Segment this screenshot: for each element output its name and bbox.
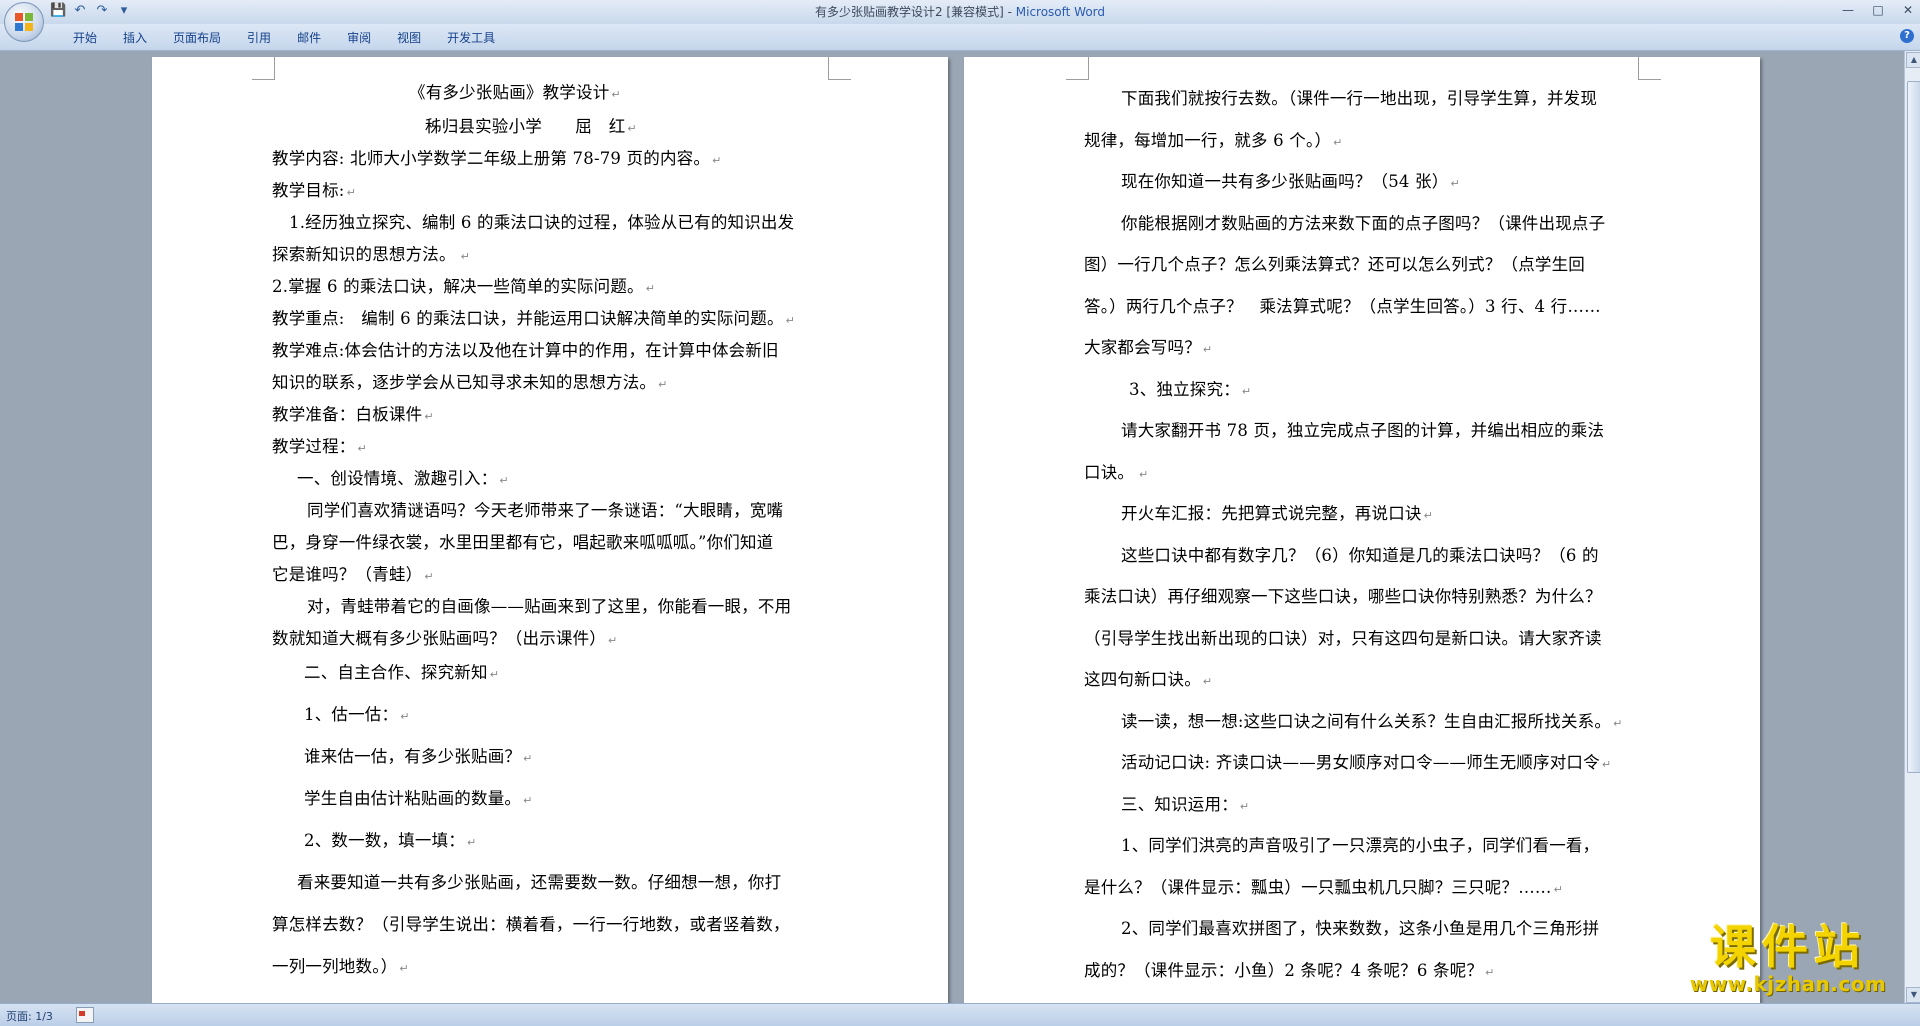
tab-view[interactable]: 视图 [384,29,434,47]
paragraph-line: 教学重点: 编制 6 的乘法口诀，并能运用口诀解决简单的实际问题。 ↵ [272,309,796,328]
ribbon-tabs: 开始 插入 页面布局 引用 邮件 审阅 视图 开发工具 [60,29,508,47]
tab-home[interactable]: 开始 [60,29,110,47]
tab-mailings[interactable]: 邮件 [284,29,334,47]
paragraph-line: （引导学生找出新出现的口诀）对，只有这四句是新口诀。请大家齐读 [1084,629,1602,648]
section-heading: 三、知识运用： ↵ [1121,795,1250,814]
title-separator: - [1003,5,1016,19]
paragraph-line: 教学准备：白板课件 ↵ [272,405,434,424]
document-page-left: 《有多少张贴画》教学设计 ↵ 秭归县实验小学 屈 红 ↵ 教学内容: 北师大小学数学… [152,57,948,1003]
paragraph-line: 答。）两行几个点子？ 乘法算式呢？（点学生回答。）3 行、4 行…… [1084,297,1601,316]
window-controls: — □ ✕ [1840,2,1916,18]
paragraph-line: 规律，每增加一行，就多 6 个。） ↵ [1084,131,1343,150]
paragraph-line: 教学过程： ↵ [272,437,367,456]
paragraph-line: 2.掌握 6 的乘法口诀，解决一些简单的实际问题。 ↵ [272,277,656,296]
tab-insert[interactable]: 插入 [110,29,160,47]
tab-page-layout[interactable]: 页面布局 [160,29,234,47]
paragraph-line: 口诀。 ↵ [1084,463,1149,482]
paragraph-line: 教学内容: 北师大小学数学二年级上册第 78-79 页的内容。 ↵ [272,149,722,168]
tab-references[interactable]: 引用 [234,29,284,47]
help-icon[interactable]: ? [1900,29,1914,43]
office-button[interactable] [4,2,44,42]
paragraph-line: 对，青蛙带着它的自画像——贴画来到了这里，你能看一眼，不用 [307,597,792,616]
section-heading: 3、独立探究： ↵ [1129,380,1252,399]
scrollbar-thumb[interactable] [1907,81,1920,773]
status-bar: 页面: 1/3 [0,1003,1920,1026]
ribbon-tab-bar: 开始 插入 页面布局 引用 邮件 审阅 视图 开发工具 [0,24,1920,51]
watermark-logo-text: 课件站 [1710,920,1866,974]
paragraph-line: 它是谁吗？（青蛙） ↵ [272,565,434,584]
close-icon[interactable]: ✕ [1900,2,1916,18]
paragraph-line: 1、同学们洪亮的声音吸引了一只漂亮的小虫子，同学们看一看， [1121,836,1600,855]
title-bar: 💾 ↶ ↷ ▾ 有多少张贴画教学设计2 [兼容模式] - Microsoft W… [0,0,1920,24]
paragraph-line: 1.经历独立探究、编制 6 的乘法口诀的过程，体验从已有的知识出发 [289,213,795,232]
paragraph-line: 成的？（课件显示：小鱼）2 条呢？4 条呢？6 条呢？ ↵ [1084,961,1495,980]
maximize-icon[interactable]: □ [1870,2,1886,18]
paragraph-line: 这四句新口诀。 ↵ [1084,670,1213,689]
minimize-icon[interactable]: — [1840,2,1856,18]
paragraph-line: 请大家翻开书 78 页，独立完成点子图的计算，并编出相应的乘法 [1121,421,1605,440]
watermark-url: www.kjzhan.com [1689,972,1887,996]
macro-record-icon[interactable] [76,1007,94,1023]
margin-corner-mark [828,57,851,80]
section-heading: 二、自主合作、探究新知 ↵ [304,663,500,682]
paragraph-line: 这些口诀中都有数字几？（6）你知道是几的乘法口诀吗？（6 的 [1121,546,1599,565]
paragraph-line: 1、估一估： ↵ [304,705,410,724]
scroll-down-icon[interactable]: ▼ [1906,987,1920,1003]
vertical-scrollbar[interactable]: ▲ ▼ [1904,51,1920,1003]
paragraph-line: 大家都会写吗？ ↵ [1084,338,1213,357]
paragraph-line: 学生自由估计粘贴画的数量。 ↵ [304,789,533,808]
paragraph-line: 2、数一数，填一填： ↵ [304,831,477,850]
document-title: 《有多少张贴画》教学设计 ↵ [409,83,621,102]
site-watermark: 课件站 www.kjzhan.com [1672,922,1904,1002]
paragraph-line: 算怎样去数？（引导学生说出：横着看，一行一行地数，或者竖着数， [272,915,790,934]
page-counter[interactable]: 页面: 1/3 [6,1008,53,1024]
paragraph-line: 2、同学们最喜欢拼图了，快来数数，这条小鱼是用几个三角形拼 [1121,919,1600,938]
document-workspace: 《有多少张贴画》教学设计 ↵ 秭归县实验小学 屈 红 ↵ 教学内容: 北师大小学数学… [0,51,1900,1003]
paragraph-line: 谁来估一估，有多少张贴画？ ↵ [304,747,533,766]
section-heading: 一、创设情境、激趣引入： ↵ [297,469,509,488]
paragraph-line: 一列一列地数。） ↵ [272,957,409,976]
paragraph-line: 读一读，想一想:这些口诀之间有什么关系？生自由汇报所找关系。 ↵ [1121,712,1623,731]
author-line: 秭归县实验小学 屈 红 ↵ [425,117,637,136]
app-name: Microsoft Word [1015,5,1106,19]
document-page-right: 下面我们就按行去数。（课件一行一地出现，引导学生算，并发现 规律，每增加一行，就… [964,57,1760,1003]
paragraph-line: 巴，身穿一件绿衣裳，水里田里都有它，唱起歌来呱呱呱。”你们知道 [272,533,774,552]
paragraph-line: 看来要知道一共有多少张贴画，还需要数一数。仔细想一想，你打 [297,873,782,892]
paragraph-line: 乘法口诀）再仔细观察一下这些口诀，哪些口诀你特别熟悉？为什么？ [1084,587,1602,606]
paragraph-line: 探索新知识的思想方法。 ↵ [272,245,471,264]
paragraph-line: 图）一行几个点子？怎么列乘法算式？还可以怎么列式？（点学生回 [1084,255,1585,274]
paragraph-line: 你能根据刚才数贴画的方法来数下面的点子图吗？（课件出现点子 [1121,214,1606,233]
paragraph-line: 同学们喜欢猜谜语吗？今天老师带来了一条谜语：“大眼睛，宽嘴 [307,501,784,520]
scroll-up-icon[interactable]: ▲ [1906,52,1920,68]
paragraph-line: 数就知道大概有多少张贴画吗？（出示课件） ↵ [272,629,618,648]
margin-corner-mark [252,57,275,80]
paragraph-line: 教学目标: ↵ [272,181,356,200]
margin-corner-mark [1066,57,1089,80]
paragraph-line: 下面我们就按行去数。（课件一行一地出现，引导学生算，并发现 [1121,89,1598,108]
paragraph-line: 活动记口诀: 齐读口诀——男女顺序对口令——师生无顺序对口令 ↵ [1121,753,1612,772]
paragraph-line: 知识的联系，逐步学会从已知寻求未知的思想方法。 ↵ [272,373,668,392]
paragraph-line: 教学难点:体会估计的方法以及他在计算中的作用，在计算中体会新旧 [272,341,779,360]
paragraph-line: 现在你知道一共有多少张贴画吗？（54 张） ↵ [1121,172,1460,191]
office-logo-icon [15,13,33,31]
paragraph-line: 开火车汇报：先把算式说完整，再说口诀 ↵ [1121,504,1434,523]
window-title: 有多少张贴画教学设计2 [兼容模式] - Microsoft Word [0,3,1920,20]
margin-corner-mark [1638,57,1661,80]
tab-developer[interactable]: 开发工具 [434,29,508,47]
tab-review[interactable]: 审阅 [334,29,384,47]
document-name: 有多少张贴画教学设计2 [兼容模式] [814,5,1004,19]
paragraph-line: 是什么？（课件显示：瓢虫）一只瓢虫机几只脚？三只呢？…… ↵ [1084,878,1564,897]
